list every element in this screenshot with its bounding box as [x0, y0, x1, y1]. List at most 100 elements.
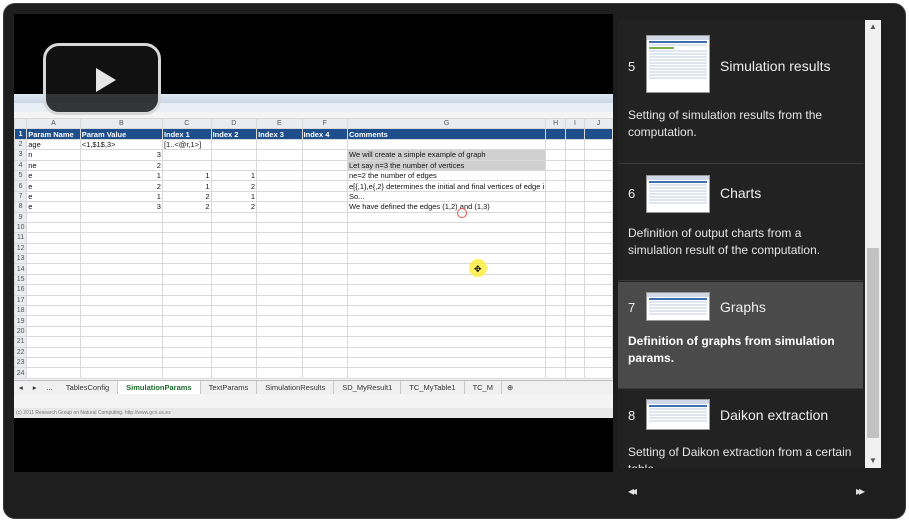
scroll-down-icon[interactable]: ▼ [865, 454, 881, 468]
table-cell[interactable] [545, 325, 567, 338]
table-cell[interactable] [301, 346, 349, 359]
table-cell[interactable] [346, 138, 547, 151]
table-cell[interactable] [565, 242, 585, 255]
table-cell[interactable] [545, 305, 567, 317]
table-cell[interactable]: Param Value [79, 128, 163, 140]
table-cell[interactable] [79, 356, 163, 369]
table-cell[interactable] [545, 367, 567, 379]
table-cell[interactable] [545, 263, 567, 275]
table-cell[interactable] [301, 294, 349, 307]
table-cell[interactable] [565, 180, 585, 192]
table-cell[interactable] [79, 294, 163, 307]
table-cell[interactable] [583, 263, 613, 275]
table-cell[interactable] [565, 211, 585, 223]
table-cell[interactable]: 1 [210, 169, 258, 182]
table-cell[interactable] [545, 294, 567, 307]
table-cell[interactable] [161, 211, 212, 223]
table-cell[interactable] [79, 242, 163, 255]
table-cell[interactable] [583, 325, 613, 338]
table-cell[interactable] [256, 273, 303, 286]
table-cell[interactable] [161, 346, 212, 359]
table-cell[interactable] [346, 346, 547, 359]
table-cell[interactable] [545, 159, 567, 171]
table-cell[interactable] [26, 273, 81, 286]
table-cell[interactable] [301, 242, 349, 255]
table-cell[interactable] [26, 356, 81, 369]
table-cell[interactable] [256, 253, 303, 265]
table-cell[interactable] [161, 367, 212, 379]
table-cell[interactable] [256, 263, 303, 275]
table-cell[interactable] [545, 346, 567, 359]
table-cell[interactable]: We will create a simple example of graph [346, 149, 547, 161]
table-cell[interactable] [346, 211, 547, 223]
table-cell[interactable] [583, 201, 613, 213]
table-cell[interactable]: e [26, 190, 81, 203]
table-cell[interactable] [545, 336, 567, 348]
table-cell[interactable] [161, 263, 212, 275]
table-cell[interactable] [301, 356, 349, 369]
table-cell[interactable] [79, 253, 163, 265]
table-cell[interactable] [565, 294, 585, 307]
table-cell[interactable] [79, 305, 163, 317]
table-cell[interactable] [545, 201, 567, 213]
table-cell[interactable]: n [26, 149, 81, 161]
table-cell[interactable] [256, 149, 303, 161]
table-cell[interactable] [161, 284, 212, 296]
playlist-item[interactable]: 7 Graphs Definition of graphs from simulat… [618, 282, 863, 389]
table-cell[interactable] [346, 294, 547, 307]
table-cell[interactable] [79, 221, 163, 234]
table-cell[interactable] [583, 128, 613, 140]
table-cell[interactable]: 1 [79, 169, 163, 182]
table-cell[interactable] [583, 169, 613, 182]
table-cell[interactable] [301, 232, 349, 244]
table-cell[interactable] [565, 128, 585, 140]
table-cell[interactable] [565, 138, 585, 151]
table-cell[interactable] [210, 263, 258, 275]
table-cell[interactable] [583, 336, 613, 348]
table-cell[interactable] [210, 305, 258, 317]
table-cell[interactable] [565, 356, 585, 369]
playlist-item[interactable]: 8 Daikon extraction Setting of Daikon extr… [618, 390, 863, 468]
table-cell[interactable] [26, 346, 81, 359]
table-cell[interactable] [301, 273, 349, 286]
table-cell[interactable]: e [26, 201, 81, 213]
table-cell[interactable] [256, 356, 303, 369]
table-cell[interactable] [545, 211, 567, 223]
table-cell[interactable] [565, 159, 585, 171]
table-cell[interactable] [583, 232, 613, 244]
table-cell[interactable] [26, 211, 81, 223]
table-cell[interactable] [545, 232, 567, 244]
table-cell[interactable] [545, 169, 567, 182]
table-cell[interactable] [545, 356, 567, 369]
table-cell[interactable] [565, 253, 585, 265]
table-cell[interactable] [210, 221, 258, 234]
table-cell[interactable] [583, 149, 613, 161]
table-cell[interactable] [346, 253, 547, 265]
table-cell[interactable] [545, 149, 567, 161]
table-cell[interactable] [26, 263, 81, 275]
table-cell[interactable] [301, 221, 349, 234]
table-cell[interactable] [26, 294, 81, 307]
table-cell[interactable] [346, 242, 547, 255]
table-cell[interactable] [26, 315, 81, 327]
table-cell[interactable] [256, 211, 303, 223]
table-cell[interactable] [583, 138, 613, 151]
table-cell[interactable] [161, 149, 212, 161]
table-cell[interactable] [565, 201, 585, 213]
table-cell[interactable] [79, 273, 163, 286]
table-cell[interactable] [26, 232, 81, 244]
table-cell[interactable] [346, 305, 547, 317]
table-cell[interactable] [583, 346, 613, 359]
table-cell[interactable] [301, 138, 349, 151]
table-cell[interactable] [256, 201, 303, 213]
table-cell[interactable] [79, 315, 163, 327]
table-cell[interactable] [161, 242, 212, 255]
sheet-tab[interactable]: TextParams [201, 381, 258, 394]
table-cell[interactable] [161, 159, 212, 171]
table-cell[interactable] [545, 180, 567, 192]
scrollbar-thumb[interactable] [867, 248, 879, 438]
table-cell[interactable] [210, 356, 258, 369]
table-cell[interactable] [210, 273, 258, 286]
playlist-item[interactable]: 6 Charts Definition of output charts from … [618, 165, 863, 281]
table-cell[interactable] [301, 305, 349, 317]
